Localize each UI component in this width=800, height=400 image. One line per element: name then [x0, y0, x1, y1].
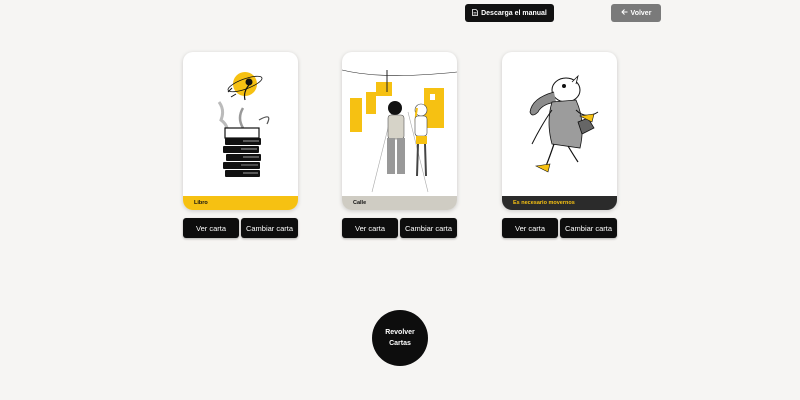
change-card-button[interactable]: Cambiar carta	[241, 218, 298, 238]
card-label-es-necesario-movernos: Es necesario movernos	[502, 196, 617, 210]
street-illustration	[342, 69, 457, 193]
card-es-necesario-movernos[interactable]: Es necesario movernos	[502, 52, 617, 210]
download-manual-label: Descarga el manual	[481, 9, 547, 17]
shuffle-cards-button[interactable]: Revolver Cartas	[372, 310, 428, 366]
card-slot-1: Libro Ver carta Cambiar carta	[183, 52, 298, 238]
change-card-button[interactable]: Cambiar carta	[400, 218, 457, 238]
card-slot-2: Calle Ver carta Cambiar carta	[342, 52, 457, 238]
shuffle-label-line2: Cartas	[389, 340, 411, 347]
card-calle[interactable]: Calle	[342, 52, 457, 210]
back-label: Volver	[630, 9, 652, 17]
card-label-libro: Libro	[183, 196, 298, 210]
card-label-calle: Calle	[342, 196, 457, 210]
shuffle-label-line1: Revolver	[385, 329, 415, 336]
tapir-illustration	[529, 74, 599, 173]
card-libro[interactable]: Libro	[183, 52, 298, 210]
back-button[interactable]: Volver	[611, 4, 661, 22]
card-slot-3: Es necesario movernos Ver carta Cambiar …	[502, 52, 617, 238]
view-card-button[interactable]: Ver carta	[342, 218, 398, 238]
download-manual-button[interactable]: Descarga el manual	[465, 4, 554, 22]
view-card-button[interactable]: Ver carta	[183, 218, 239, 238]
view-card-button[interactable]: Ver carta	[502, 218, 558, 238]
arrow-left-icon	[620, 9, 628, 17]
document-icon	[472, 8, 479, 18]
change-card-button[interactable]: Cambiar carta	[560, 218, 617, 238]
books-illustration	[217, 72, 270, 177]
